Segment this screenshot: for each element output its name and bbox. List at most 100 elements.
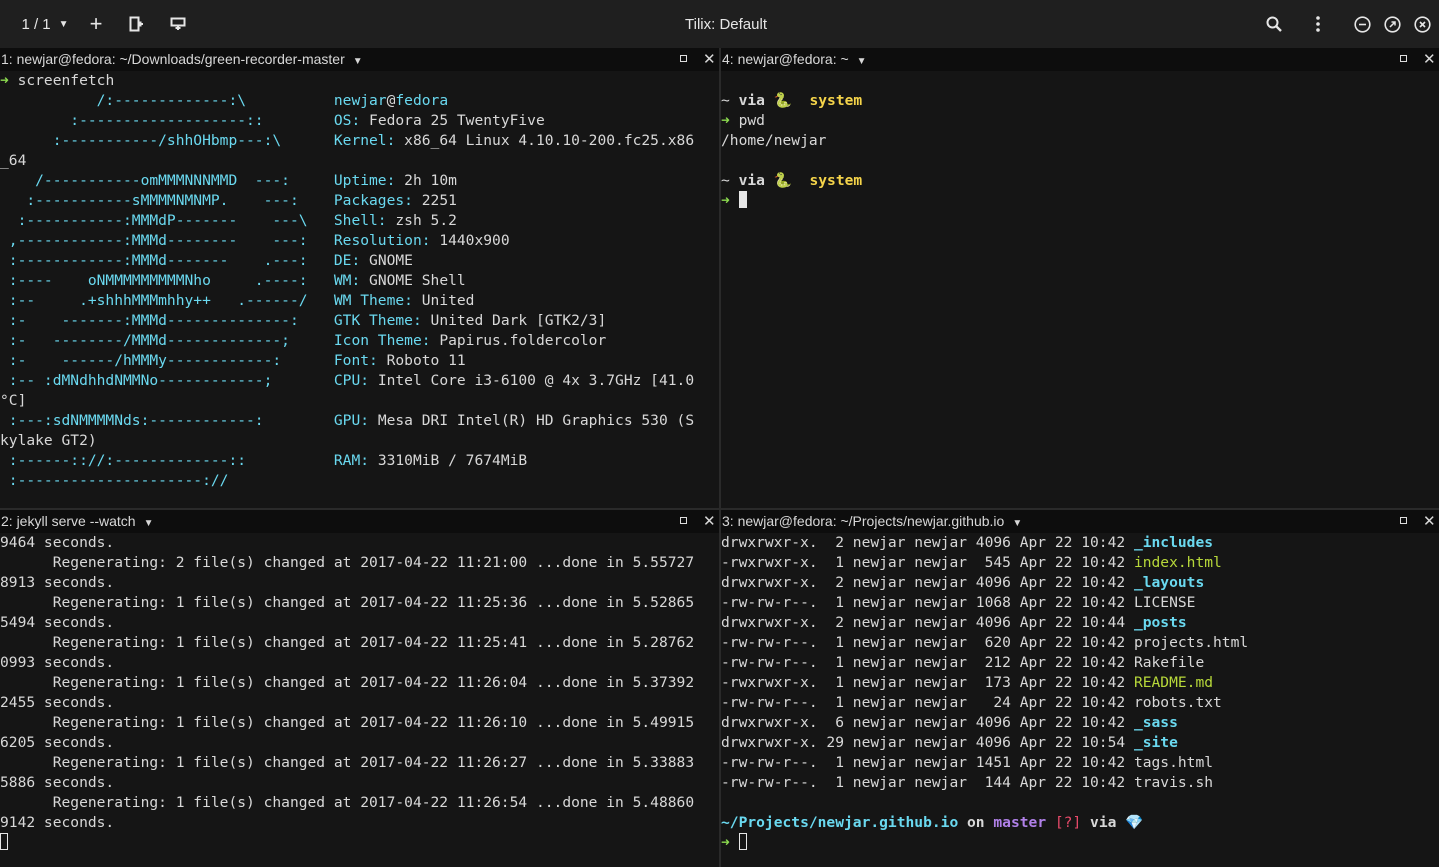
terminal-line — [0, 833, 719, 853]
terminal-text: Regenerating: 1 file(s) changed at 2017-… — [0, 754, 695, 771]
terminal-line: Regenerating: 1 file(s) changed at 2017-… — [0, 593, 719, 613]
pane-header[interactable]: 3: newjar@fedora: ~/Projects/newjar.gith… — [721, 510, 1439, 533]
terminal-line: drwxrwxr-x. 29 newjar newjar 4096 Apr 22… — [721, 733, 1439, 753]
terminal-text: 0993 seconds. — [0, 654, 115, 671]
terminal-line: /:-------------:\ newjar@fedora — [0, 91, 719, 111]
terminal-text: via — [738, 92, 774, 109]
terminal-line: /home/newjar — [721, 131, 1439, 151]
terminal-line: ➜ — [721, 191, 1439, 211]
terminal-text: United Dark [GTK2/3] — [430, 312, 607, 329]
pane-title-text: 1: newjar@fedora: ~/Downloads/green-reco… — [1, 51, 345, 67]
terminal-pane-project[interactable]: 3: newjar@fedora: ~/Projects/newjar.gith… — [721, 510, 1439, 867]
terminal-line: -rw-rw-r--. 1 newjar newjar 144 Apr 22 1… — [721, 773, 1439, 793]
terminal-line: :---:sdNMMMMNds:------------: GPU: Mesa … — [0, 411, 719, 431]
terminal-text: _includes — [1133, 534, 1214, 551]
terminal-output[interactable]: 9464 seconds. Regenerating: 2 file(s) ch… — [0, 533, 719, 867]
terminal-text: -rw-rw-r--. 1 newjar newjar 620 Apr 22 1… — [721, 634, 1249, 651]
terminal-text: Font: — [333, 352, 387, 369]
terminal-output[interactable]: ~ via 🐍 system ➜ pwd/home/newjar ~ via 🐍 s… — [721, 71, 1439, 508]
chevron-down-icon: ▼ — [143, 518, 154, 529]
maximize-pane-icon[interactable] — [1400, 55, 1407, 62]
terminal-text: /-----------omMMMNNNMMD ---: — [0, 172, 334, 189]
minimize-icon[interactable] — [1350, 0, 1374, 48]
terminal-text: 8913 seconds. — [0, 574, 115, 591]
terminal-text: :------:://:-------------:: — [0, 452, 334, 469]
terminal-text: Regenerating: 1 file(s) changed at 2017-… — [0, 714, 695, 731]
terminal-text: 9464 seconds. — [0, 534, 115, 551]
terminal-text: README.md — [1133, 674, 1214, 691]
terminal-text: OS: — [333, 112, 370, 129]
terminal-line: :------------:MMMd------- .---: DE: GNOM… — [0, 251, 719, 271]
terminal-line: ~ via 🐍 system — [721, 171, 1439, 191]
terminal-text: :- -------:MMMd--------------: — [0, 312, 334, 329]
pane-title[interactable]: 4: newjar@fedora: ~ ▼ — [722, 48, 867, 73]
terminal-text: drwxrwxr-x. 2 newjar newjar 4096 Apr 22 … — [721, 614, 1134, 631]
terminal-text: :- ------/hMMMy------------: — [0, 352, 334, 369]
add-terminal-down-icon[interactable] — [166, 0, 190, 48]
terminal-line: ~ via 🐍 system — [721, 91, 1439, 111]
terminal-cursor — [0, 833, 8, 850]
terminal-pane-jekyll[interactable]: 2: jekyll serve --watch ▼ ✕ 9464 seconds.… — [0, 510, 719, 867]
pane-title[interactable]: 1: newjar@fedora: ~/Downloads/green-reco… — [1, 48, 363, 73]
terminal-line: kylake GT2) — [0, 431, 719, 451]
terminal-line: :- ------/hMMMy------------: Font: Robot… — [0, 351, 719, 371]
add-session-icon[interactable]: + — [84, 0, 108, 48]
menu-icon[interactable] — [1306, 0, 1330, 48]
terminal-text: _site — [1133, 734, 1178, 751]
pane-title[interactable]: 2: jekyll serve --watch ▼ — [1, 510, 154, 535]
terminal-pane-home[interactable]: 4: newjar@fedora: ~ ▼ ✕ ~ via 🐍 system ➜ p… — [721, 48, 1439, 508]
terminal-line: -rw-rw-r--. 1 newjar newjar 1451 Apr 22 … — [721, 753, 1439, 773]
add-terminal-right-icon[interactable] — [124, 0, 148, 48]
terminal-text: drwxrwxr-x. 2 newjar newjar 4096 Apr 22 … — [721, 534, 1134, 551]
maximize-pane-icon[interactable] — [680, 55, 687, 62]
pane-title[interactable]: 3: newjar@fedora: ~/Projects/newjar.gith… — [722, 510, 1022, 535]
pane-header[interactable]: 4: newjar@fedora: ~ ▼ ✕ — [721, 48, 1439, 71]
terminal-text: 5494 seconds. — [0, 614, 115, 631]
terminal-text: x86_64 Linux 4.10.10-200.fc25.x86 — [404, 132, 695, 149]
pane-header[interactable]: 1: newjar@fedora: ~/Downloads/green-reco… — [0, 48, 719, 71]
terminal-pane-screenfetch[interactable]: 1: newjar@fedora: ~/Downloads/green-reco… — [0, 48, 719, 508]
maximize-pane-icon[interactable] — [680, 517, 687, 524]
terminal-text: via — [1090, 814, 1126, 831]
session-switcher[interactable]: 1 / 1 ▼ — [18, 0, 72, 48]
terminal-text: _posts — [1133, 614, 1187, 631]
window-title: Tilix: Default — [685, 15, 767, 33]
session-counter: 1 / 1 — [21, 15, 51, 33]
terminal-text: -rwxrwxr-x. 1 newjar newjar 545 Apr 22 1… — [721, 554, 1134, 571]
terminal-text: 🐍 — [773, 92, 801, 109]
close-pane-icon[interactable]: ✕ — [1423, 48, 1436, 71]
terminal-output[interactable]: drwxrwxr-x. 2 newjar newjar 4096 Apr 22 … — [721, 533, 1439, 867]
terminal-text: Uptime: — [333, 172, 405, 189]
terminal-text: _layouts — [1133, 574, 1205, 591]
maximize-icon[interactable] — [1380, 0, 1404, 48]
terminal-text: WM Theme: — [333, 292, 422, 309]
close-pane-icon[interactable]: ✕ — [1423, 510, 1436, 533]
terminal-line: ➜ pwd — [721, 111, 1439, 131]
terminal-line: Regenerating: 1 file(s) changed at 2017-… — [0, 673, 719, 693]
pane-divider-horizontal[interactable] — [0, 508, 1439, 510]
terminal-text: 1440x900 — [439, 232, 510, 249]
terminal-line: ➜ screenfetch — [0, 71, 719, 91]
terminal-text: 2251 — [421, 192, 457, 209]
terminal-text: GPU: — [333, 412, 378, 429]
terminal-line: Regenerating: 1 file(s) changed at 2017-… — [0, 753, 719, 773]
close-pane-icon[interactable]: ✕ — [703, 48, 716, 71]
terminal-text: GNOME — [369, 252, 413, 269]
close-pane-icon[interactable]: ✕ — [703, 510, 716, 533]
terminal-line: _64 — [0, 151, 719, 171]
terminal-text: -rwxrwxr-x. 1 newjar newjar 173 Apr 22 1… — [721, 674, 1134, 691]
close-window-icon[interactable] — [1410, 0, 1434, 48]
maximize-pane-icon[interactable] — [1400, 517, 1407, 524]
terminal-text: Packages: — [333, 192, 422, 209]
terminal-output[interactable]: ➜ screenfetch /:-------------:\ newjar@f… — [0, 71, 719, 508]
pane-divider-vertical[interactable] — [719, 48, 721, 867]
terminal-line: -rw-rw-r--. 1 newjar newjar 212 Apr 22 1… — [721, 653, 1439, 673]
terminal-text: 🐍 — [773, 172, 801, 189]
pane-header[interactable]: 2: jekyll serve --watch ▼ ✕ — [0, 510, 719, 533]
terminal-text: pwd — [738, 112, 765, 129]
terminal-text: :---- oNMMMMMMMMMNho .----: — [0, 272, 334, 289]
terminal-line: :-------------------:: OS: Fedora 25 Twe… — [0, 111, 719, 131]
search-icon[interactable] — [1262, 0, 1286, 48]
terminal-line: :---- oNMMMMMMMMMNho .----: WM: GNOME Sh… — [0, 271, 719, 291]
